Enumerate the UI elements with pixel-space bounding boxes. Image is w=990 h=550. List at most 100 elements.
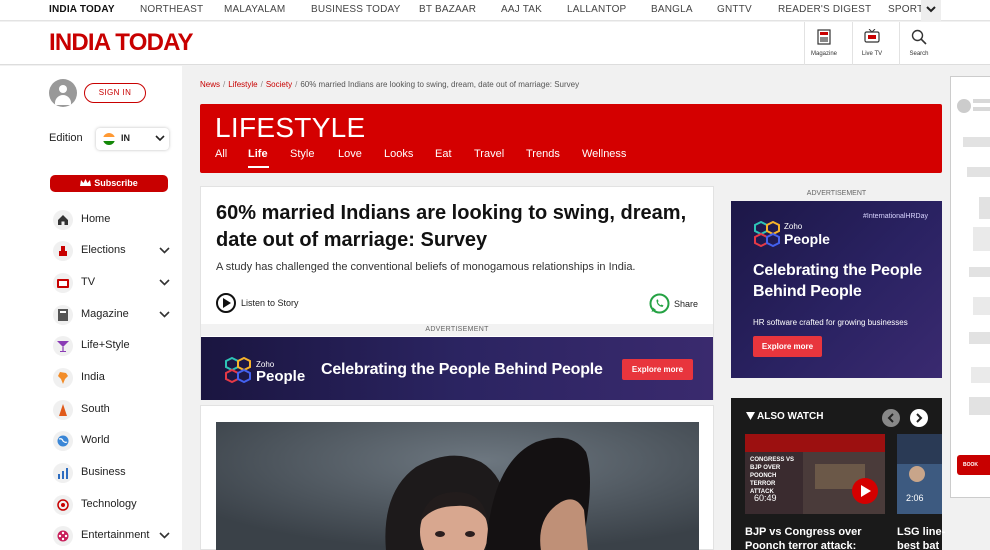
sidebar-item-elections[interactable]: Elections (53, 240, 178, 262)
sidebar-item-world[interactable]: World (53, 430, 178, 452)
sidebar-item-label: Entertainment (81, 529, 150, 541)
breadcrumb: News / Lifestyle / Society/60% married India… (200, 80, 579, 89)
globe-icon (53, 431, 73, 451)
square-ad[interactable]: Zoho People #InternationalHRDay Celebrat… (731, 201, 942, 378)
india-flag-icon (103, 133, 115, 145)
network-link-business-today[interactable]: BUSINESS TODAY (311, 4, 401, 15)
chevron-down-icon[interactable] (159, 247, 170, 254)
video-thumbnail[interactable]: CONGRESS VS BJP OVER POONCH TERROR ATTAC… (745, 434, 885, 514)
sidebar-item-business[interactable]: Business (53, 462, 178, 484)
sidebar-item-label: Technology (81, 498, 137, 510)
banner-ad[interactable]: Zoho People Celebrating the People Behin… (201, 337, 713, 400)
tab-looks[interactable]: Looks (384, 148, 413, 160)
chevron-down-icon[interactable] (159, 311, 170, 318)
network-link-india-today[interactable]: INDIA TODAY (49, 4, 115, 15)
sidebar-item-south[interactable]: South (53, 399, 178, 421)
avatar-head-shape (59, 85, 67, 93)
zoho-people-logo-icon (754, 221, 780, 247)
sidebar-item-technology[interactable]: Technology (53, 494, 178, 516)
tv-icon (53, 273, 73, 293)
zoho-people-logo-icon (225, 357, 251, 383)
breadcrumb-separator: / (260, 80, 263, 89)
listen-label: Listen to Story (241, 298, 299, 308)
carousel-next-button[interactable] (910, 409, 928, 427)
video-caption-line: BJP vs Congress over (745, 526, 862, 538)
tab-all[interactable]: All (215, 148, 227, 160)
breadcrumb-separator: / (295, 80, 298, 89)
network-link-bangla[interactable]: BANGLA (651, 4, 693, 15)
chevron-right-icon (916, 413, 923, 423)
sidebar-item-entertainment[interactable]: Entertainment (53, 525, 178, 547)
search-button[interactable]: Search (899, 22, 937, 65)
tab-love[interactable]: Love (338, 148, 362, 160)
live-tv-label: Live TV (861, 51, 883, 57)
ad-brand-big: People (256, 368, 306, 385)
article-summary: A study has challenged the conventional … (216, 261, 636, 273)
share-button[interactable]: Share (649, 293, 704, 315)
tab-trends[interactable]: Trends (526, 148, 560, 160)
share-label: Share (674, 299, 699, 309)
sidebar-item-tv[interactable]: TV (53, 272, 178, 294)
video-thumbnail[interactable]: 2:06 (897, 434, 942, 514)
cocktail-icon (53, 336, 73, 356)
tab-eat[interactable]: Eat (435, 148, 452, 160)
network-link-malayalam[interactable]: MALAYALAM (224, 4, 285, 15)
edition-select[interactable]: IN (96, 128, 169, 150)
network-more-button[interactable] (921, 0, 941, 21)
play-icon (216, 293, 236, 313)
side-ad-art (957, 99, 990, 415)
ad-headline: Celebrating the People Behind People (753, 262, 922, 300)
ad-explore-button[interactable]: Explore more (622, 359, 693, 380)
magazine-button[interactable]: Magazine (804, 22, 842, 65)
sidebar: SIGN IN Edition IN Subscribe Home Electi… (0, 66, 182, 550)
network-link-gnttv[interactable]: GNTTV (717, 4, 752, 15)
breadcrumb-separator: / (223, 80, 226, 89)
sign-in-button[interactable]: SIGN IN (84, 83, 146, 103)
network-link-lallantop[interactable]: LALLANTOP (567, 4, 626, 15)
subscribe-label: Subscribe (94, 178, 138, 188)
triangle-down-icon (746, 412, 755, 421)
video-caption[interactable]: BJP vs Congress over Poonch terror attac… (745, 525, 862, 550)
avatar[interactable] (49, 79, 77, 107)
active-tab-indicator (248, 166, 269, 168)
carousel-prev-button[interactable] (882, 409, 900, 427)
breadcrumb-news[interactable]: News (200, 80, 220, 89)
sidebar-item-magazine[interactable]: Magazine (53, 304, 178, 326)
tab-travel[interactable]: Travel (474, 148, 504, 160)
tab-life[interactable]: Life (248, 148, 268, 160)
subscribe-button[interactable]: Subscribe (50, 175, 168, 192)
video-caption-line: LSG line- (897, 526, 946, 538)
also-watch-widget: ALSO WATCH CONGRESS VS BJP OVER POONCH T… (731, 398, 945, 550)
network-link-readers-digest[interactable]: READER'S DIGEST (778, 4, 871, 15)
sidebar-item-home[interactable]: Home (53, 209, 178, 231)
film-reel-icon (53, 526, 73, 546)
sidebar-item-lifestyle[interactable]: Life+Style (53, 335, 178, 357)
breadcrumb-society[interactable]: Society (266, 80, 292, 89)
site-logo[interactable]: INDIA TODAY (49, 29, 193, 57)
side-ad-book-button[interactable]: BOOK (957, 455, 990, 475)
also-watch-title: ALSO WATCH (746, 411, 823, 422)
tab-wellness[interactable]: Wellness (582, 148, 626, 160)
chevron-down-icon[interactable] (159, 279, 170, 286)
breadcrumb-lifestyle[interactable]: Lifestyle (228, 80, 257, 89)
ad-brand-big: People (784, 231, 830, 247)
also-watch-label: ALSO WATCH (757, 411, 824, 422)
network-link-aaj-tak[interactable]: AAJ TAK (501, 4, 542, 15)
section-title[interactable]: LIFESTYLE (215, 112, 366, 144)
chevron-down-icon (155, 135, 165, 142)
tab-style[interactable]: Style (290, 148, 314, 160)
network-link-bt-bazaar[interactable]: BT BAZAAR (419, 4, 476, 15)
section-header: LIFESTYLE All Life Style Love Looks Eat … (200, 104, 942, 173)
video-caption-line: best bat (897, 540, 940, 550)
side-ad[interactable]: BOOK (950, 76, 990, 498)
network-link-northeast[interactable]: NORTHEAST (140, 4, 203, 15)
advertisement-label: ADVERTISEMENT (425, 326, 489, 333)
chevron-down-icon[interactable] (159, 532, 170, 539)
ad-explore-button[interactable]: Explore more (753, 336, 822, 357)
edition-code: IN (121, 133, 130, 143)
sidebar-item-india[interactable]: India (53, 367, 178, 389)
article-headline: 60% married Indians are looking to swing… (216, 202, 687, 251)
ad-hashtag: #InternationalHRDay (863, 213, 928, 220)
live-tv-button[interactable]: Live TV (852, 22, 890, 65)
video-caption[interactable]: LSG line- best bat (897, 525, 945, 550)
